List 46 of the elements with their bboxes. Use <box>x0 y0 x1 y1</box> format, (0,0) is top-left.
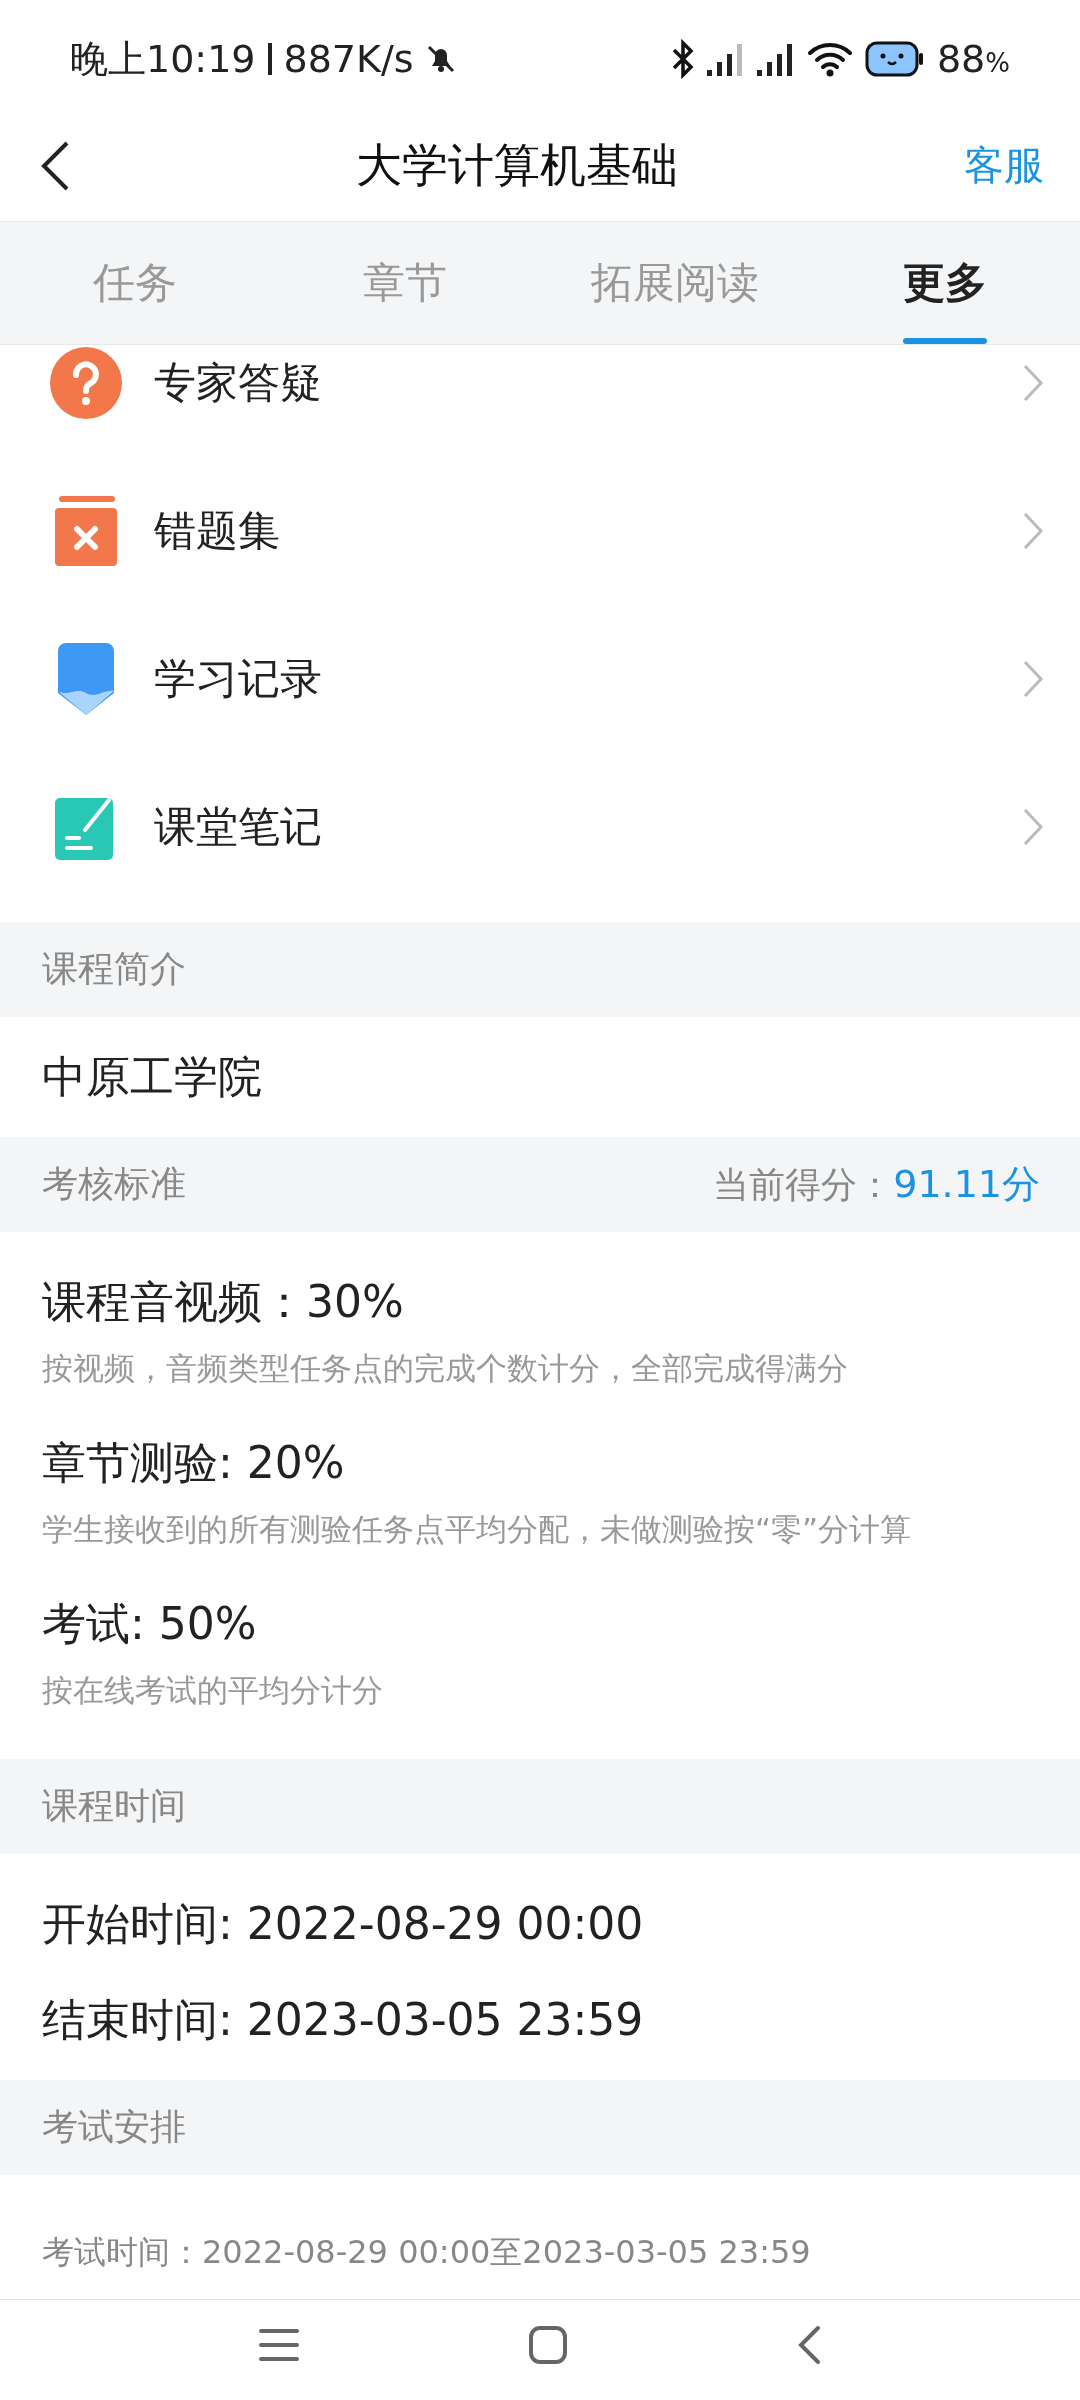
score-value: 91.11分 <box>893 1161 1040 1208</box>
network-speed: 887K/s <box>283 37 414 81</box>
section-title: 考核标准 <box>42 1162 186 1206</box>
question-icon <box>49 346 123 420</box>
chevron-right-icon <box>1022 511 1044 551</box>
criterion-title: 章节测验: 20% <box>42 1436 346 1490</box>
section-title: 考试安排 <box>42 2105 186 2149</box>
menu-item-label: 课堂笔记 <box>154 801 323 853</box>
menu-item-label: 错题集 <box>154 505 281 557</box>
back-icon[interactable] <box>40 139 70 192</box>
bluetooth-icon <box>670 39 695 79</box>
menu-item[interactable]: 错题集 <box>0 457 1080 605</box>
muted-bell-icon <box>425 44 456 74</box>
menu-icon[interactable] <box>259 2327 299 2363</box>
signal-icon <box>706 42 745 76</box>
criterion-description: 学生接收到的所有测验任务点平均分配，未做测验按“零”分计算 <box>42 1509 913 1549</box>
battery-icon <box>864 41 925 77</box>
school-name: 中原工学院 <box>42 1049 262 1104</box>
criterion-title: 考试: 50% <box>42 1597 258 1651</box>
chevron-right-icon <box>1022 807 1044 847</box>
start-time: 开始时间: 2022-08-29 00:00 <box>42 1896 645 1951</box>
criterion-description: 按视频，音频类型任务点的完成个数计分，全部完成得满分 <box>42 1348 849 1388</box>
menu-item[interactable]: 专家答疑 <box>0 345 1080 457</box>
section-title: 课程时间 <box>42 1784 186 1828</box>
chevron-right-icon <box>1022 659 1044 699</box>
status-time: 晚上10:19 <box>70 35 256 83</box>
section-title: 课程简介 <box>42 947 186 991</box>
battery-level: 88 <box>936 37 986 81</box>
criterion-description: 按在线考试的平均分计分 <box>42 1670 384 1710</box>
menu-item-label: 专家答疑 <box>154 357 323 409</box>
end-time: 结束时间: 2023-03-05 23:59 <box>42 1992 645 2047</box>
wifi-icon <box>806 41 853 77</box>
pencil-icon <box>58 643 114 715</box>
percent-sign: % <box>985 48 1010 78</box>
home-icon[interactable] <box>529 2326 567 2364</box>
score-label: 当前得分： <box>713 1163 894 1207</box>
menu-item[interactable]: 课堂笔记 <box>0 753 1080 901</box>
menu-item[interactable]: 学习记录 <box>0 605 1080 753</box>
chevron-right-icon <box>1022 363 1044 403</box>
criterion-title: 课程音视频：30% <box>42 1275 405 1329</box>
page-title: 大学计算机基础 <box>356 136 678 194</box>
menu-item-label: 学习记录 <box>154 653 323 705</box>
exam-time: 考试时间：2022-08-29 00:00至2023-03-05 23:59 <box>42 2232 811 2273</box>
error-book-icon <box>55 496 117 566</box>
tab[interactable]: 更多 <box>810 222 1080 344</box>
signal-icon <box>756 42 795 76</box>
